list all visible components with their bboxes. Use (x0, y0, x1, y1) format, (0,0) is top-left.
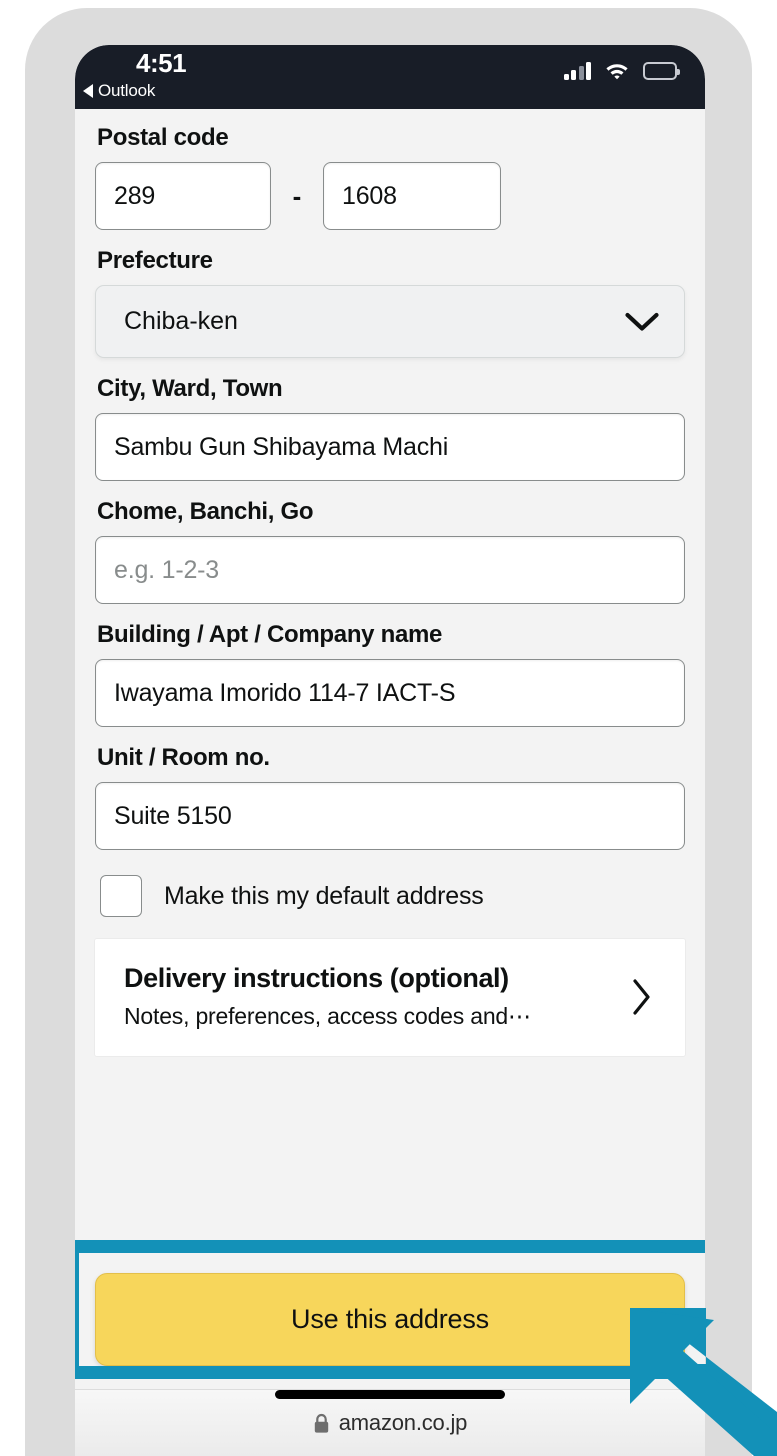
prefecture-select[interactable]: Chiba-ken (95, 285, 685, 358)
status-bar: 4:51 Outlook (75, 45, 705, 109)
prefecture-group: Prefecture Chiba-ken (95, 247, 685, 358)
city-label: City, Ward, Town (97, 375, 283, 402)
postal-code-part1-input[interactable] (95, 162, 271, 230)
status-bar-icons (563, 61, 680, 80)
chome-label: Chome, Banchi, Go (97, 498, 314, 525)
domain-label: amazon.co.jp (338, 1410, 468, 1435)
cellular-signal-icon (563, 61, 591, 80)
city-group: City, Ward, Town (95, 375, 685, 481)
postal-code-row: - (95, 162, 685, 230)
postal-code-label: Postal code (97, 124, 229, 151)
browser-url-bar[interactable]: amazon.co.jp (75, 1389, 705, 1456)
wifi-icon (606, 64, 628, 80)
status-bar-time: 4:51 (136, 48, 187, 78)
address-form-page: Postal code - Prefecture Chiba-ken (75, 109, 705, 1456)
chome-group: Chome, Banchi, Go (95, 498, 685, 604)
postal-code-group: Postal code - (95, 109, 685, 230)
unit-group: Unit / Room no. (95, 744, 685, 850)
phone-screen: 4:51 Outlook Postal code 289 - 1608 Pref… (75, 45, 705, 1456)
submit-area: Use this address (75, 1250, 705, 1389)
delivery-instructions-subtitle: Notes, preferences, access codes and⋯ (124, 1003, 531, 1029)
use-this-address-button[interactable]: Use this address (95, 1273, 685, 1366)
default-address-row[interactable]: Make this my default address (95, 875, 685, 917)
postal-code-part2-input[interactable] (323, 162, 501, 230)
unit-label: Unit / Room no. (97, 744, 270, 771)
battery-icon (643, 61, 680, 80)
back-to-outlook-link[interactable]: Outlook (83, 81, 155, 101)
back-caret-icon (83, 84, 93, 98)
delivery-instructions-card[interactable]: Delivery instructions (optional) Notes, … (95, 939, 685, 1056)
delivery-instructions-title: Delivery instructions (optional) (124, 963, 509, 993)
building-label: Building / Apt / Company name (97, 621, 443, 648)
back-app-label: Outlook (98, 81, 156, 100)
prefecture-label: Prefecture (97, 247, 213, 274)
default-address-label: Make this my default address (164, 881, 484, 910)
postal-code-separator: - (292, 181, 302, 211)
city-input[interactable] (95, 413, 685, 481)
default-address-checkbox[interactable] (100, 875, 142, 917)
prefecture-selected-value: Chiba-ken (124, 307, 238, 335)
delivery-instructions-text: Delivery instructions (optional) Notes, … (124, 963, 531, 1030)
prefecture-select-wrap: Chiba-ken (95, 285, 685, 358)
unit-input[interactable] (95, 782, 685, 850)
building-input[interactable] (95, 659, 685, 727)
chevron-right-icon (633, 978, 650, 1015)
building-group: Building / Apt / Company name (95, 621, 685, 727)
screenshot-root: 4:51 Outlook Postal code 289 - 1608 Pref… (0, 0, 777, 1456)
chome-input[interactable] (95, 536, 685, 604)
lock-icon (314, 1413, 328, 1433)
home-indicator (275, 1390, 505, 1399)
